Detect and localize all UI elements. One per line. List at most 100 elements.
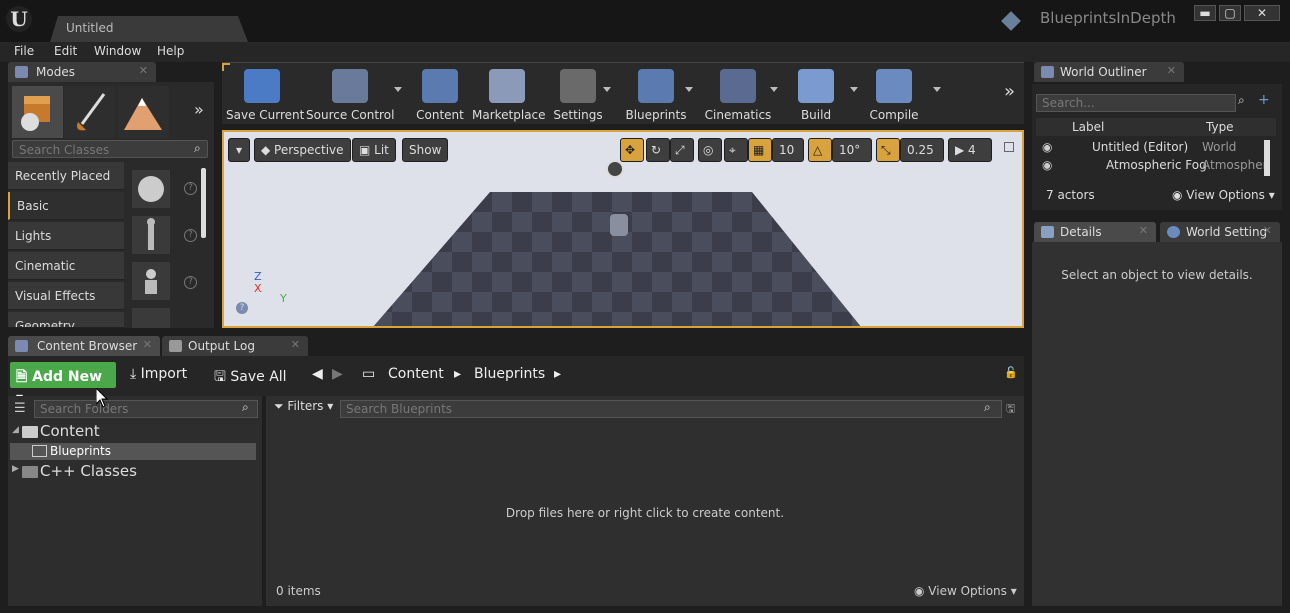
more-toolbar-icon[interactable]: »: [1004, 81, 1015, 102]
actor-thumbnail-icon[interactable]: [132, 308, 170, 328]
folder-content[interactable]: Content: [40, 422, 100, 440]
close-window-button[interactable]: ✕: [1244, 5, 1280, 21]
tab-world-settings[interactable]: World Setting ✕: [1160, 222, 1280, 242]
collapsed-arrow-icon[interactable]: ▶: [12, 464, 19, 474]
rotation-snap-value[interactable]: 10°: [832, 138, 872, 162]
landscape-mode-button[interactable]: [118, 86, 169, 138]
translate-icon[interactable]: ✥: [620, 138, 644, 162]
back-arrow-icon[interactable]: ◀: [312, 366, 323, 382]
rotation-snap-icon[interactable]: △: [808, 138, 832, 162]
scale-icon[interactable]: ⤢: [670, 138, 694, 162]
category-lights[interactable]: Lights: [8, 222, 124, 250]
maximize-viewport-icon[interactable]: [1004, 142, 1014, 152]
lock-icon[interactable]: 🔓: [1004, 366, 1018, 379]
blueprints-dropdown-icon[interactable]: [685, 87, 693, 92]
column-type[interactable]: Type: [1196, 118, 1276, 136]
help-icon[interactable]: ?: [184, 229, 197, 242]
search-blueprints-input[interactable]: Search Blueprints: [340, 400, 1002, 418]
source-control-button[interactable]: Source Control: [306, 67, 394, 123]
tab-modes[interactable]: Modes ✕: [8, 62, 156, 82]
scrollbar[interactable]: [1264, 140, 1270, 176]
maximize-button[interactable]: ▢: [1219, 5, 1241, 21]
marketplace-button[interactable]: Marketplace: [472, 67, 546, 123]
settings-dropdown-icon[interactable]: [603, 87, 611, 92]
help-icon[interactable]: ?: [184, 276, 197, 289]
source-control-dropdown-icon[interactable]: [394, 87, 402, 92]
menu-window[interactable]: Window: [94, 44, 141, 58]
category-basic[interactable]: Basic: [8, 192, 124, 220]
expand-arrow-icon[interactable]: ◢: [12, 425, 19, 435]
forward-arrow-icon[interactable]: ▶: [332, 366, 343, 382]
level-viewport[interactable]: ▾ ◆ Perspective ▣ Lit Show ✥ ↻ ⤢ ◎ ⌖ ▦ 1…: [222, 130, 1024, 328]
outliner-search-input[interactable]: Search...: [1036, 94, 1236, 112]
document-tab[interactable]: Untitled: [50, 16, 248, 42]
unreal-logo-icon[interactable]: U: [6, 6, 32, 32]
category-cinematic[interactable]: Cinematic: [8, 252, 124, 280]
tab-world-outliner[interactable]: World Outliner ✕: [1034, 62, 1184, 82]
folder-blueprints[interactable]: Blueprints: [50, 444, 111, 458]
content-button[interactable]: Content: [414, 67, 466, 123]
outliner-row-label[interactable]: Untitled (Editor): [1092, 140, 1188, 154]
search-folders-input[interactable]: Search Folders: [34, 400, 258, 418]
scale-snap-icon[interactable]: ⤡: [876, 138, 900, 162]
add-new-button[interactable]: 🗎 Add New ▾: [10, 362, 116, 406]
rotate-icon[interactable]: ↻: [646, 138, 670, 162]
player-start-icon[interactable]: [610, 214, 628, 236]
category-geometry[interactable]: Geometry: [8, 312, 124, 328]
lit-button[interactable]: ▣ Lit: [352, 138, 396, 162]
close-tab-icon[interactable]: ✕: [1139, 224, 1148, 237]
menu-file[interactable]: File: [14, 44, 34, 58]
tab-details[interactable]: Details ✕: [1034, 222, 1156, 242]
grid-snap-value[interactable]: 10: [772, 138, 804, 162]
view-options-button[interactable]: ◉ View Options ▾: [1172, 188, 1275, 202]
view-options-button[interactable]: ◉ View Options ▾: [914, 584, 1017, 598]
import-button[interactable]: ⤓ Import: [130, 366, 187, 382]
column-label[interactable]: Label: [1036, 118, 1196, 136]
show-button[interactable]: Show: [402, 138, 449, 162]
visibility-eye-icon[interactable]: ◉: [1042, 140, 1052, 154]
viewport-options-button[interactable]: ▾: [228, 138, 250, 162]
compile-button[interactable]: Compile: [868, 67, 920, 123]
perspective-button[interactable]: ◆ Perspective: [254, 138, 351, 162]
category-recently-placed[interactable]: Recently Placed: [8, 162, 124, 190]
tab-content-browser[interactable]: Content Browser ✕: [8, 336, 160, 356]
surface-snap-icon[interactable]: ⌖: [724, 138, 748, 162]
camera-speed-button[interactable]: ▶ 4: [948, 138, 992, 162]
close-tab-icon[interactable]: ✕: [1263, 224, 1272, 237]
pawn-thumbnail-icon[interactable]: [132, 262, 170, 300]
save-search-icon[interactable]: 🖫: [1006, 400, 1015, 419]
character-thumbnail-icon[interactable]: [132, 216, 170, 254]
tab-output-log[interactable]: Output Log ✕: [162, 336, 308, 356]
save-all-button[interactable]: 🖫 Save All: [214, 366, 287, 390]
close-tab-icon[interactable]: ✕: [291, 338, 300, 351]
scale-snap-value[interactable]: 0.25: [900, 138, 944, 162]
close-tab-icon[interactable]: ✕: [143, 338, 152, 351]
visibility-eye-icon[interactable]: ◉: [1042, 158, 1052, 172]
add-folder-icon[interactable]: +: [1258, 92, 1270, 108]
blueprints-button[interactable]: Blueprints: [622, 67, 690, 123]
filters-button[interactable]: ⏷ Filters ▾: [274, 399, 333, 414]
help-icon[interactable]: ?: [184, 182, 197, 195]
sky-sphere-icon[interactable]: [606, 160, 624, 178]
paint-mode-button[interactable]: [64, 86, 115, 138]
cinematics-dropdown-icon[interactable]: [770, 87, 778, 92]
build-dropdown-icon[interactable]: [850, 87, 858, 92]
search-classes-input[interactable]: Search Classes: [12, 140, 208, 158]
build-button[interactable]: Build: [790, 67, 842, 123]
help-icon[interactable]: ?: [236, 302, 248, 314]
sources-toggle-icon[interactable]: ☰: [14, 401, 26, 416]
compile-dropdown-icon[interactable]: [933, 87, 941, 92]
breadcrumb-separator-icon[interactable]: ▸: [554, 366, 561, 382]
save-current-button[interactable]: Save Current: [226, 67, 304, 123]
scrollbar[interactable]: [201, 168, 206, 238]
world-space-icon[interactable]: ◎: [698, 138, 722, 162]
minimize-button[interactable]: ▬: [1194, 5, 1216, 21]
more-modes-icon[interactable]: »: [194, 100, 204, 119]
close-tab-icon[interactable]: ✕: [139, 64, 148, 77]
category-visual-effects[interactable]: Visual Effects: [8, 282, 124, 310]
menu-help[interactable]: Help: [157, 44, 184, 58]
cinematics-button[interactable]: Cinematics: [702, 67, 774, 123]
breadcrumb-blueprints[interactable]: Blueprints: [474, 366, 545, 382]
breadcrumb-content[interactable]: Content: [388, 366, 444, 382]
place-mode-button[interactable]: [12, 86, 63, 138]
